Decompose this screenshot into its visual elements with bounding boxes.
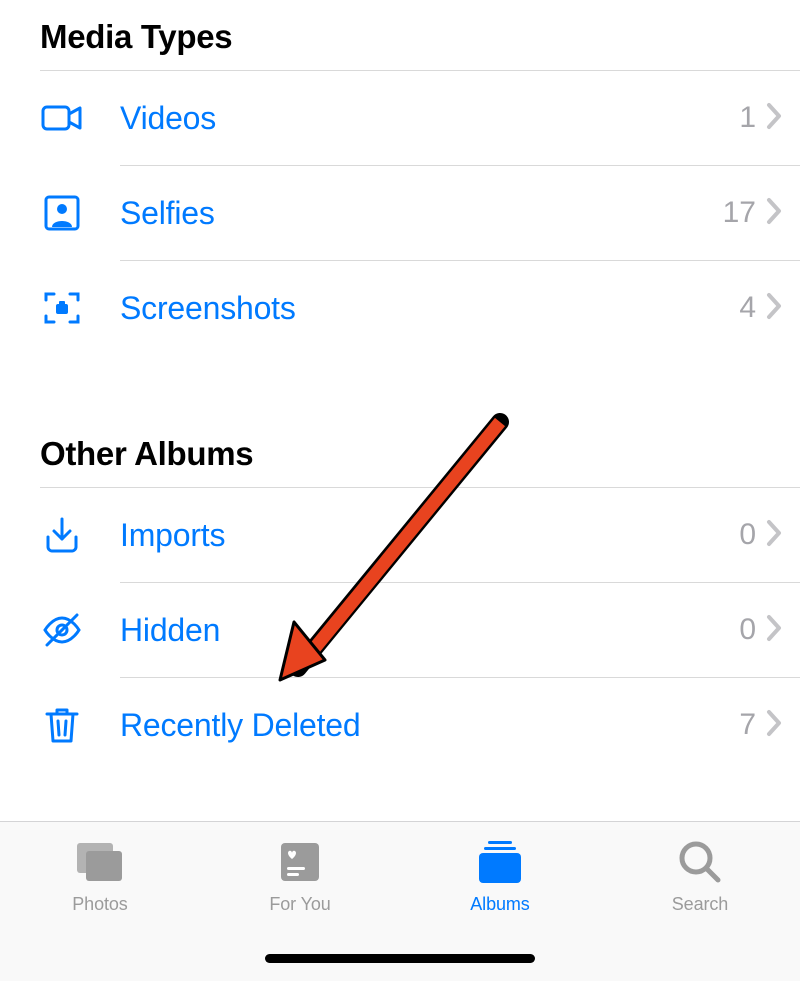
tab-photos[interactable]: Photos [0, 836, 200, 915]
row-label: Recently Deleted [120, 707, 739, 744]
section-header-other-albums: Other Albums [0, 355, 800, 487]
row-screenshots[interactable]: Screenshots 4 [0, 261, 800, 355]
row-count: 17 [723, 196, 756, 230]
row-label: Hidden [120, 612, 739, 649]
row-count: 0 [739, 518, 756, 552]
row-videos[interactable]: Videos 1 [0, 71, 800, 165]
row-label: Selfies [120, 195, 723, 232]
row-selfies[interactable]: Selfies 17 [0, 166, 800, 260]
tab-for-you[interactable]: For You [200, 836, 400, 915]
home-indicator[interactable] [265, 954, 535, 963]
tab-label: For You [269, 894, 330, 915]
chevron-right-icon [766, 614, 782, 647]
for-you-icon [277, 836, 323, 888]
tab-label: Search [672, 894, 728, 915]
row-count: 1 [739, 101, 756, 135]
chevron-right-icon [766, 292, 782, 325]
photos-icon [73, 836, 127, 888]
screenshot-icon [40, 286, 120, 330]
chevron-right-icon [766, 709, 782, 742]
tab-label: Albums [470, 894, 529, 915]
row-recently-deleted[interactable]: Recently Deleted 7 [0, 678, 800, 772]
row-label: Imports [120, 517, 739, 554]
search-icon [677, 836, 723, 888]
row-label: Videos [120, 100, 739, 137]
hidden-eye-icon [40, 608, 120, 652]
tabbar: Photos For You Albums [0, 821, 800, 981]
trash-icon [40, 703, 120, 747]
row-count: 4 [739, 291, 756, 325]
video-camera-icon [40, 96, 120, 140]
tab-label: Photos [72, 894, 127, 915]
row-imports[interactable]: Imports 0 [0, 488, 800, 582]
row-count: 0 [739, 613, 756, 647]
chevron-right-icon [766, 197, 782, 230]
section-header-media-types: Media Types [0, 0, 800, 70]
albums-icon [474, 836, 526, 888]
row-count: 7 [739, 708, 756, 742]
import-icon [40, 513, 120, 557]
tab-albums[interactable]: Albums [400, 836, 600, 915]
row-hidden[interactable]: Hidden 0 [0, 583, 800, 677]
chevron-right-icon [766, 519, 782, 552]
selfie-icon [40, 191, 120, 235]
tab-search[interactable]: Search [600, 836, 800, 915]
chevron-right-icon [766, 102, 782, 135]
row-label: Screenshots [120, 290, 739, 327]
